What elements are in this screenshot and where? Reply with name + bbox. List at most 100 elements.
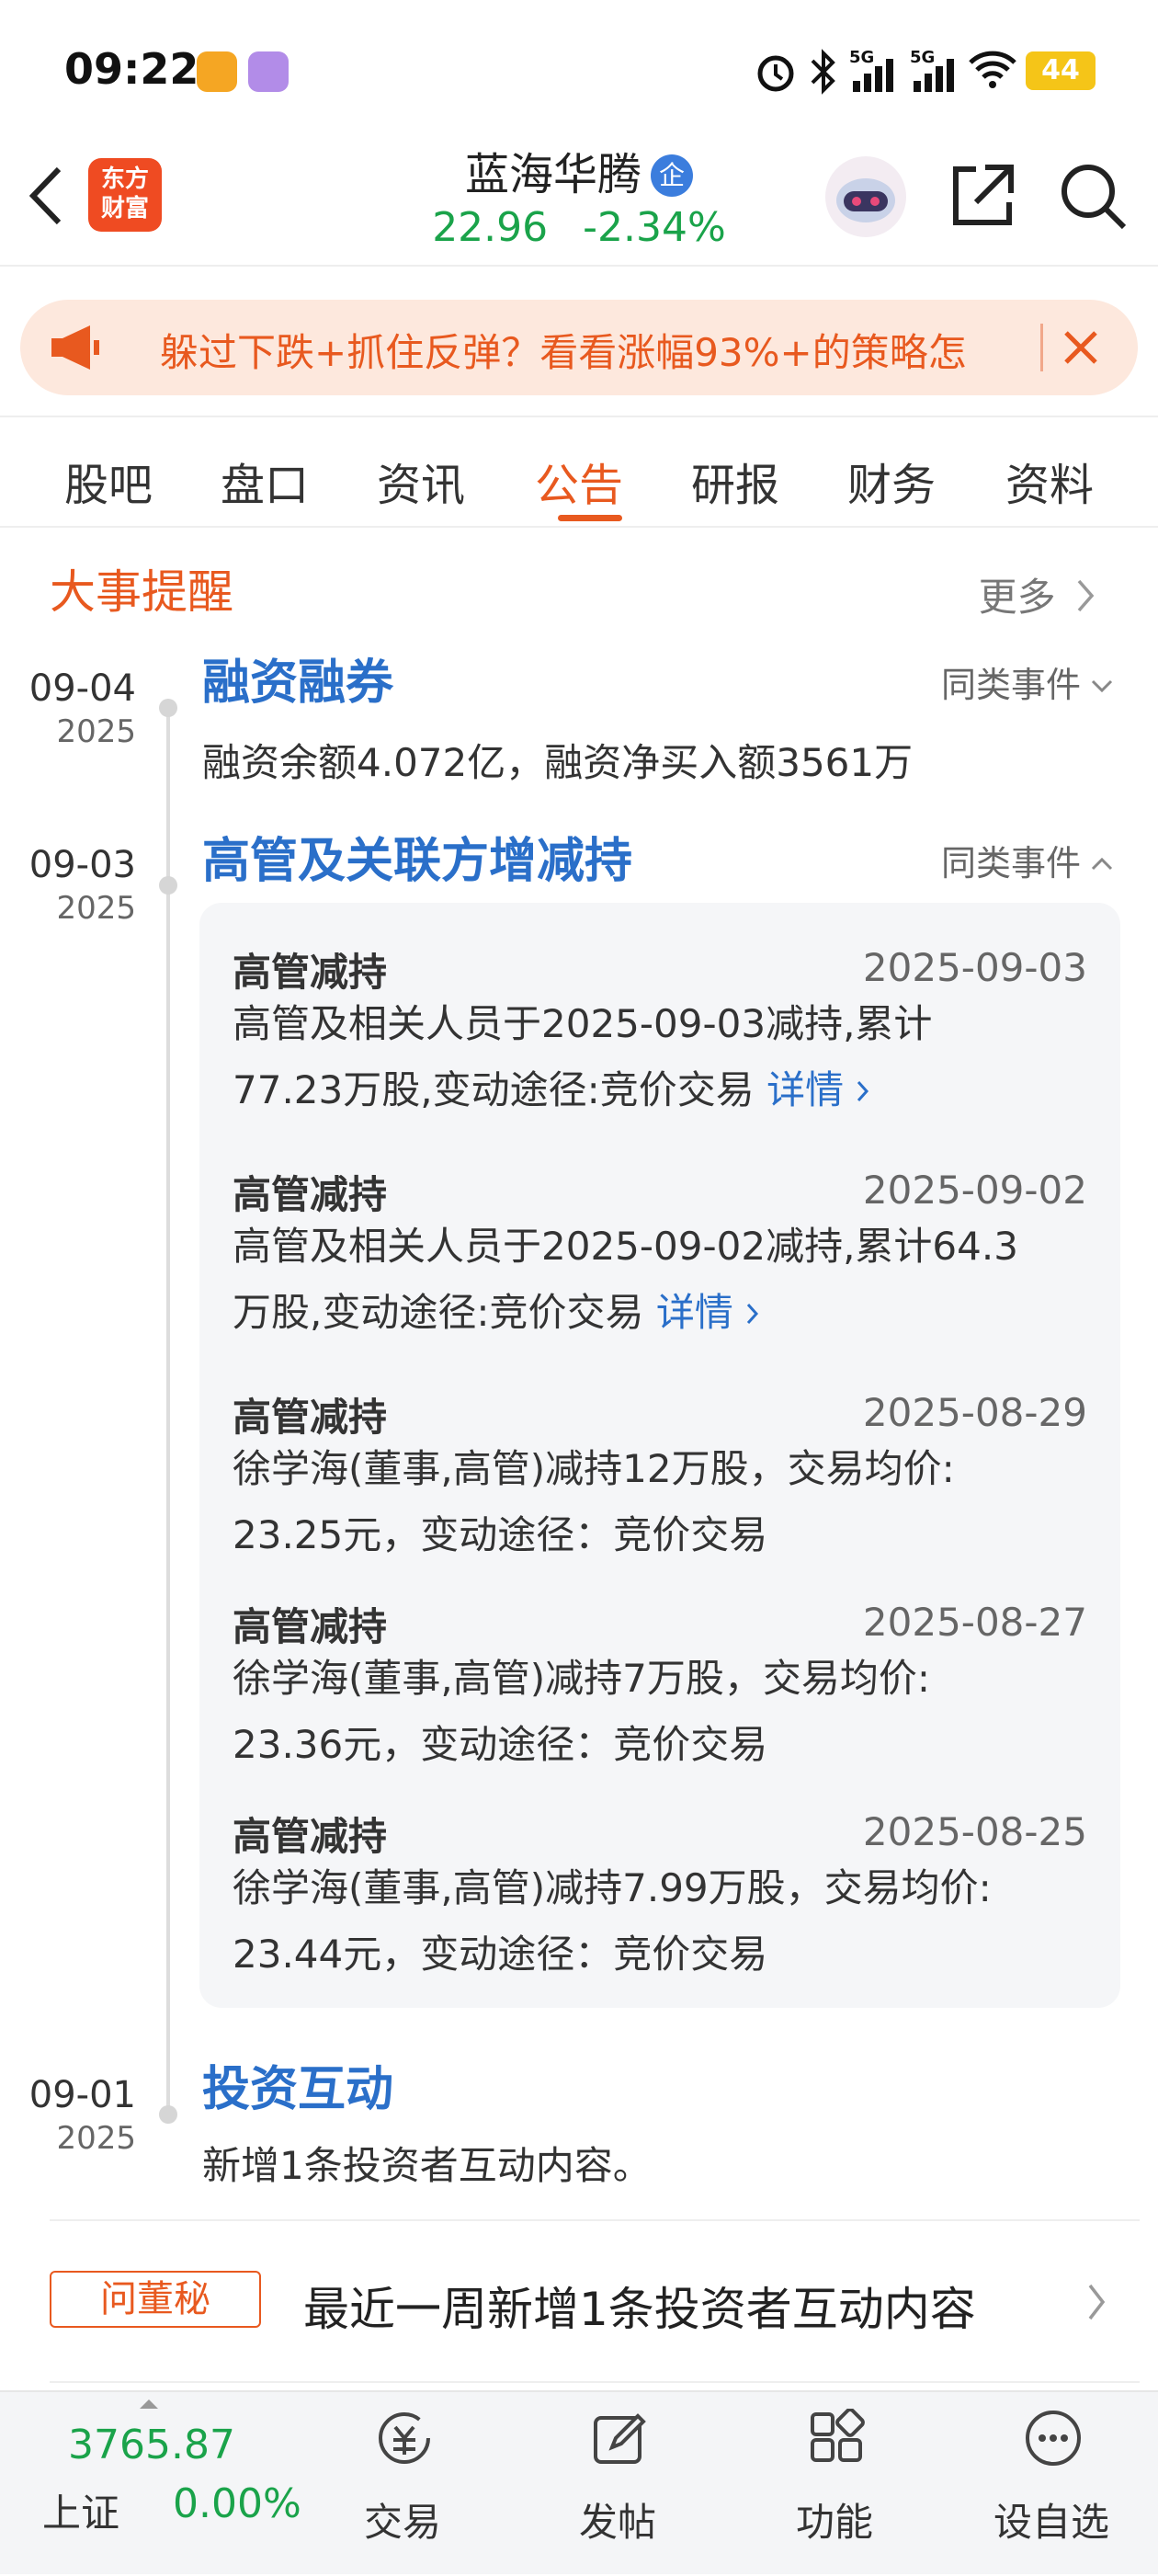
details-link[interactable]: 详情	[656, 1290, 760, 1335]
svg-text:5G: 5G	[849, 48, 874, 67]
chevron-right-icon[interactable]	[1086, 2282, 1107, 2322]
event-date-year: 2025	[56, 2120, 136, 2157]
nav-functions[interactable]: 功能	[752, 2392, 917, 2576]
holding-item-body: 徐学海(董事,高管)减持7万股，交易均价: 23.36元，变动途径：竞价交易	[233, 1646, 1096, 1778]
holding-item-line: 23.44元，变动途径：竞价交易	[233, 1932, 768, 1977]
holding-item-title: 高管减持	[233, 950, 388, 995]
nav-post-label: 发帖	[578, 2500, 656, 2545]
timeline-dot	[159, 699, 177, 717]
holding-item-line: 高管及相关人员于2025-09-03减持,累计	[233, 1001, 933, 1046]
trade-icon	[379, 2412, 430, 2464]
chevron-right-icon	[857, 1080, 869, 1102]
event-title[interactable]: 高管及关联方增减持	[202, 822, 632, 891]
index-percent: 0.00%	[173, 2480, 301, 2527]
divider	[50, 2219, 1140, 2221]
event-date-day: 09-01	[28, 2074, 136, 2116]
search-icon[interactable]	[1057, 160, 1130, 234]
holding-item-line: 23.36元，变动途径：竞价交易	[233, 1722, 768, 1767]
chevron-up-icon	[1091, 857, 1113, 871]
tab-guba[interactable]: 股吧	[44, 449, 173, 513]
holding-item-line-text: 77.23万股,变动途径:竞价交易	[233, 1067, 755, 1112]
holding-item-date: 2025-08-25	[862, 1809, 1087, 1854]
ai-assistant-icon[interactable]	[823, 154, 908, 239]
event-title[interactable]: 投资互动	[202, 2050, 393, 2119]
details-label: 详情	[766, 1067, 845, 1112]
chevron-right-icon	[747, 1303, 759, 1325]
enterprise-badge: 企	[651, 154, 693, 197]
promo-banner[interactable]: 躲过下跌+抓住反弹？看看涨幅93%+的策略怎	[20, 300, 1138, 395]
event-date: 09-01 2025	[0, 2074, 136, 2157]
more-circle-icon	[1026, 2411, 1081, 2466]
holding-item-line: 高管及相关人员于2025-09-02减持,累计64.3	[233, 1224, 1018, 1269]
event-text: 新增1条投资者互动内容。	[202, 2143, 652, 2188]
tab-announcements[interactable]: 公告	[515, 449, 643, 521]
holding-item-date: 2025-09-02	[862, 1168, 1087, 1213]
caret-up-icon	[140, 2399, 158, 2409]
holding-item-date: 2025-09-03	[862, 945, 1087, 990]
index-widget[interactable]: 3765.87 上证 0.00%	[0, 2392, 331, 2576]
tab-finance[interactable]: 财务	[827, 449, 956, 513]
app-notification-icon	[197, 51, 237, 92]
holding-item-line: 23.25元，变动途径：竞价交易	[233, 1512, 768, 1557]
holding-item-line-text: 万股,变动途径:竞价交易	[233, 1290, 644, 1335]
status-time: 09:22	[64, 44, 199, 94]
holding-item-title: 高管减持	[233, 1604, 388, 1649]
event-date: 09-04 2025	[0, 667, 136, 750]
tab-pankou[interactable]: 盘口	[200, 449, 329, 513]
details-label: 详情	[655, 1290, 733, 1335]
holding-item-body: 徐学海(董事,高管)减持12万股，交易均价: 23.25元，变动途径：竞价交易	[233, 1436, 1096, 1568]
stock-name: 蓝海华腾	[464, 149, 641, 200]
event-date-day: 09-03	[28, 844, 136, 886]
stock-price: 22.96	[432, 204, 549, 251]
nav-add-watchlist-label: 设自选	[993, 2500, 1109, 2545]
tab-research[interactable]: 研报	[671, 449, 800, 513]
grid-icon	[811, 2409, 865, 2462]
event-text: 融资余额4.072亿，融资净买入额3561万	[202, 740, 914, 785]
bluetooth-icon	[811, 49, 835, 95]
share-icon[interactable]	[948, 160, 1018, 230]
holding-item-line: 徐学海(董事,高管)减持12万股，交易均价:	[233, 1446, 955, 1491]
same-events-toggle[interactable]: 同类事件	[941, 656, 1114, 707]
event-date-day: 09-04	[28, 667, 136, 710]
alarm-icon	[757, 55, 794, 92]
chevron-right-icon	[1077, 579, 1095, 612]
tab-news[interactable]: 资讯	[357, 449, 485, 513]
stock-change: -2.34%	[583, 204, 726, 251]
banner-divider	[1040, 324, 1043, 371]
app-notification-icon-2	[248, 51, 289, 92]
tab-bar: 股吧 盘口 资讯 公告 研报 财务 资料	[0, 416, 1158, 528]
tab-profile[interactable]: 资料	[985, 449, 1114, 513]
nav-trade[interactable]: 交易	[320, 2392, 485, 2576]
edit-icon	[594, 2413, 646, 2464]
more-label: 更多	[978, 575, 1056, 620]
section-title: 大事提醒	[50, 565, 233, 619]
nav-add-watchlist[interactable]: 设自选	[969, 2392, 1134, 2576]
nav-post[interactable]: 发帖	[535, 2392, 700, 2576]
holding-item-body: 徐学海(董事,高管)减持7.99万股，交易均价: 23.44元，变动途径：竞价交…	[233, 1855, 1096, 1988]
holding-item-line: 77.23万股,变动途径:竞价交易 详情	[233, 1057, 1096, 1123]
event-date-year: 2025	[56, 713, 136, 750]
same-events-toggle[interactable]: 同类事件	[941, 835, 1114, 885]
ask-secretary-tag[interactable]: 问董秘	[50, 2271, 261, 2328]
holding-item-title: 高管减持	[233, 1814, 388, 1859]
wifi-icon	[969, 51, 1016, 88]
bottom-nav: 3765.87 上证 0.00% 交易 发帖 功能 设自选	[0, 2390, 1158, 2574]
event-date-year: 2025	[56, 890, 136, 927]
details-link[interactable]: 详情	[766, 1067, 870, 1112]
close-icon[interactable]	[1061, 327, 1101, 368]
holding-item-date: 2025-08-29	[862, 1390, 1087, 1435]
same-events-label: 同类事件	[940, 843, 1081, 883]
holding-item-line: 徐学海(董事,高管)减持7万股，交易均价:	[233, 1656, 930, 1701]
signal-icon: 5G	[849, 48, 893, 92]
megaphone-icon	[51, 325, 99, 370]
event-title[interactable]: 融资融券	[202, 644, 393, 712]
timeline-dot	[159, 2105, 177, 2124]
ask-secretary-text[interactable]: 最近一周新增1条投资者互动内容	[303, 2273, 976, 2339]
holding-item-title: 高管减持	[233, 1395, 388, 1440]
status-bar: 09:22 5G 5G 44	[0, 0, 1158, 138]
signal-icon-2: 5G	[910, 48, 954, 92]
nav-trade-label: 交易	[363, 2500, 441, 2545]
divider	[50, 2381, 1140, 2383]
holding-item-body: 高管及相关人员于2025-09-03减持,累计 77.23万股,变动途径:竞价交…	[233, 991, 1096, 1123]
more-link[interactable]: 更多	[979, 566, 1096, 622]
